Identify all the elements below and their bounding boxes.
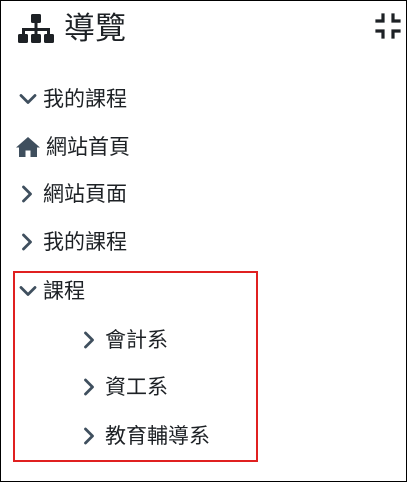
nav-item-label: 教育輔導系 bbox=[105, 424, 210, 448]
nav-item-education-counseling-dept[interactable]: 教育輔導系 bbox=[81, 421, 210, 451]
nav-item-accounting-dept[interactable]: 會計系 bbox=[81, 325, 168, 355]
chevron-right-icon bbox=[84, 378, 94, 396]
nav-item-my-courses[interactable]: 我的課程 bbox=[18, 84, 127, 114]
chevron-right-icon bbox=[22, 233, 32, 251]
chevron-down-icon bbox=[19, 286, 37, 296]
nav-item-label: 資工系 bbox=[105, 375, 168, 399]
nav-item-my-courses-2[interactable]: 我的課程 bbox=[19, 227, 127, 257]
nav-item-label: 課程 bbox=[43, 279, 85, 303]
navigation-block: 導覽 我的課程 網站首頁 網站頁面 我的課程 課程 會計系 資工系 教育輔導系 bbox=[0, 0, 407, 482]
nav-item-courses[interactable]: 課程 bbox=[18, 276, 85, 306]
nav-item-label: 網站首頁 bbox=[46, 135, 130, 159]
nav-item-label: 我的課程 bbox=[43, 230, 127, 254]
block-header: 導覽 bbox=[17, 9, 126, 49]
chevron-right-icon bbox=[84, 331, 94, 349]
nav-item-cs-dept[interactable]: 資工系 bbox=[81, 372, 168, 402]
chevron-right-icon bbox=[22, 185, 32, 203]
sitemap-icon bbox=[18, 14, 54, 43]
nav-item-label: 我的課程 bbox=[43, 87, 127, 111]
compress-icon[interactable] bbox=[375, 13, 401, 39]
home-icon bbox=[16, 137, 40, 157]
nav-item-site-pages[interactable]: 網站頁面 bbox=[19, 179, 127, 209]
chevron-right-icon bbox=[84, 427, 94, 445]
nav-item-label: 網站頁面 bbox=[43, 182, 127, 206]
nav-item-label: 會計系 bbox=[105, 328, 168, 352]
nav-item-site-home[interactable]: 網站首頁 bbox=[15, 132, 130, 162]
block-title: 導覽 bbox=[64, 11, 126, 47]
chevron-down-icon bbox=[19, 94, 37, 104]
